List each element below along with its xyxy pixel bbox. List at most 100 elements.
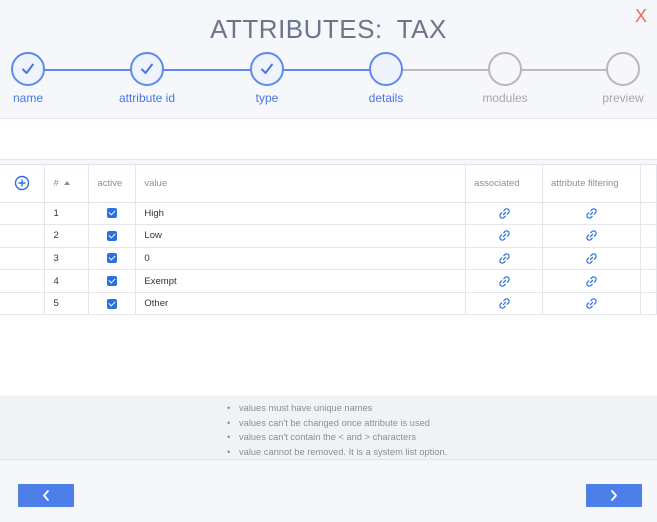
step-modules-label: modules: [482, 91, 528, 105]
title-word-attributes: ATTRIBUTES:: [210, 14, 383, 44]
sort-ascending-icon: [63, 181, 70, 186]
active-checkbox[interactable]: [107, 298, 118, 309]
wizard-stepper: name attribute id type details modules p…: [0, 52, 657, 112]
row-attribute-filtering-cell: [542, 224, 641, 248]
step-attribute-id-label: attribute id: [118, 91, 176, 105]
row-value: 0: [135, 247, 467, 271]
values-table: # active value associated attribute filt…: [0, 165, 657, 316]
step-details-label: details: [368, 91, 404, 105]
table-row[interactable]: 4 Exempt: [0, 269, 657, 293]
step-name-circle: [11, 52, 45, 86]
back-button[interactable]: [18, 484, 74, 507]
row-attribute-filtering-cell: [542, 247, 641, 271]
row-handle-cell: [0, 247, 46, 271]
row-value: High: [135, 202, 467, 226]
column-number-label: #: [53, 177, 59, 189]
step-modules-circle: [488, 52, 522, 86]
link-icon[interactable]: [498, 275, 511, 288]
row-spacer-cell: [640, 292, 657, 316]
row-number: 3: [44, 247, 90, 271]
row-active-cell: [88, 292, 137, 316]
row-associated-cell: [465, 269, 544, 293]
link-icon[interactable]: [498, 229, 511, 242]
note-item: values can't contain the < and > charact…: [227, 430, 447, 445]
row-handle-cell: [0, 292, 46, 316]
close-button[interactable]: X: [635, 6, 647, 27]
row-active-cell: [88, 247, 137, 271]
next-button[interactable]: [586, 484, 642, 507]
note-item: value cannot be removed. It is a system …: [227, 445, 447, 460]
link-icon[interactable]: [585, 252, 598, 265]
column-attribute-filtering-header: attribute filtering: [542, 165, 641, 203]
column-number-header[interactable]: #: [44, 165, 90, 203]
stepper-line-done: [28, 69, 386, 71]
active-checkbox[interactable]: [107, 208, 118, 219]
active-checkbox[interactable]: [107, 230, 118, 241]
step-name[interactable]: name: [0, 52, 68, 105]
note-item: values must have unique names: [227, 401, 447, 416]
row-spacer-cell: [640, 269, 657, 293]
column-value-header: value: [135, 165, 467, 203]
notes-panel: values must have unique names values can…: [0, 396, 657, 460]
step-preview-circle: [606, 52, 640, 86]
note-item: values can't be changed once attribute i…: [227, 416, 447, 431]
row-active-cell: [88, 224, 137, 248]
row-handle-cell: [0, 269, 46, 293]
check-icon: [22, 63, 34, 74]
step-attribute-id[interactable]: attribute id: [107, 52, 187, 105]
step-type[interactable]: type: [227, 52, 307, 105]
step-preview-label: preview: [602, 91, 644, 105]
row-attribute-filtering-cell: [542, 269, 641, 293]
active-checkbox[interactable]: [107, 253, 118, 264]
link-icon[interactable]: [498, 252, 511, 265]
row-associated-cell: [465, 292, 544, 316]
row-spacer-cell: [640, 202, 657, 226]
column-associated-header: associated: [465, 165, 544, 203]
table-body: 1 High 2 Low 3 0 4 Exempt 5 Other: [0, 202, 657, 316]
link-icon[interactable]: [585, 207, 598, 220]
step-type-circle: [250, 52, 284, 86]
row-handle-cell: [0, 202, 46, 226]
active-checkbox[interactable]: [107, 276, 118, 287]
step-details-circle: [369, 52, 403, 86]
step-name-label: name: [12, 91, 44, 105]
link-icon[interactable]: [585, 229, 598, 242]
row-number: 4: [44, 269, 90, 293]
step-type-label: type: [255, 91, 279, 105]
notes-list: values must have unique names values can…: [227, 401, 447, 459]
check-icon: [261, 63, 273, 74]
row-spacer-cell: [640, 224, 657, 248]
row-handle-cell: [0, 224, 46, 248]
row-active-cell: [88, 269, 137, 293]
step-attribute-id-circle: [130, 52, 164, 86]
table-row[interactable]: 1 High: [0, 202, 657, 226]
add-row-header: [0, 165, 46, 203]
column-spacer-header: [640, 165, 657, 203]
step-details[interactable]: details: [346, 52, 426, 105]
table-row[interactable]: 5 Other: [0, 292, 657, 316]
step-preview[interactable]: preview: [583, 52, 657, 105]
table-header-row: # active value associated attribute filt…: [0, 165, 657, 203]
header-band: [0, 118, 657, 160]
chevron-left-icon: [43, 490, 49, 501]
table-row[interactable]: 30: [0, 247, 657, 271]
link-icon[interactable]: [585, 275, 598, 288]
link-icon[interactable]: [498, 207, 511, 220]
title-word-tax: TAX: [396, 14, 447, 44]
table-row[interactable]: 2 Low: [0, 224, 657, 248]
row-value: Exempt: [135, 269, 467, 293]
step-modules[interactable]: modules: [465, 52, 545, 105]
row-value: Other: [135, 292, 467, 316]
row-active-cell: [88, 202, 137, 226]
link-icon[interactable]: [585, 297, 598, 310]
row-associated-cell: [465, 202, 544, 226]
check-icon: [141, 63, 153, 74]
link-icon[interactable]: [498, 297, 511, 310]
row-number: 5: [44, 292, 90, 316]
plus-circle-icon[interactable]: [14, 175, 30, 191]
row-value: Low: [135, 224, 467, 248]
page-title: ATTRIBUTES: TAX: [0, 14, 657, 45]
row-associated-cell: [465, 224, 544, 248]
row-spacer-cell: [640, 247, 657, 271]
values-table-container: # active value associated attribute filt…: [0, 164, 657, 395]
